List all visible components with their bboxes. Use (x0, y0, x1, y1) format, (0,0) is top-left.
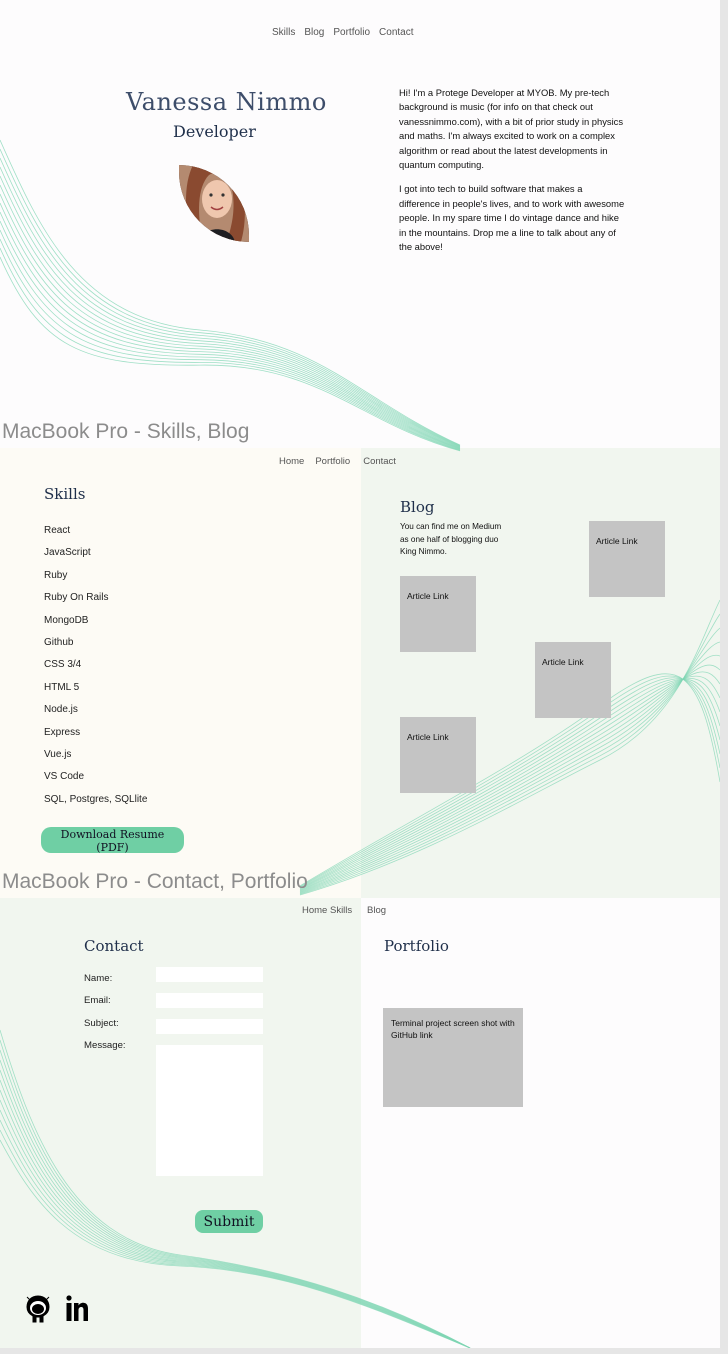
nav-link-blog[interactable]: Blog (367, 905, 386, 916)
name-field[interactable] (156, 967, 263, 982)
message-label: Message: (84, 1040, 126, 1051)
name-label: Name: (84, 973, 113, 984)
frame-label-contact-portfolio: MacBook Pro - Contact, Portfolio (2, 870, 308, 893)
skill-item: SQL, Postgres, SQLlite (44, 793, 148, 805)
article-card[interactable]: Article Link (589, 521, 665, 597)
top-nav: Skills Blog Portfolio Contact (272, 22, 423, 40)
skill-item: VS Code (44, 771, 85, 783)
portfolio-card-text[interactable]: Terminal project screen shot with GitHub… (391, 1018, 515, 1040)
skill-item: Ruby On Rails (44, 592, 109, 604)
github-icon[interactable] (25, 1295, 51, 1323)
article-link[interactable]: Article Link (407, 732, 449, 742)
skill-item: Ruby (44, 569, 68, 581)
nav-link-contact[interactable]: Contact (363, 456, 396, 467)
skill-item: MongoDB (44, 614, 89, 626)
download-resume-button[interactable]: Download Resume (PDF) (41, 827, 184, 854)
skill-item: React (44, 525, 71, 536)
hero-bio: Hi! I'm a Protege Developer at MYOB. My … (399, 86, 625, 264)
article-card[interactable]: Article Link (400, 717, 476, 793)
skill-item: CSS 3/4 (44, 659, 82, 671)
submit-button[interactable]: Submit (195, 1210, 263, 1233)
nav-link-home-skills[interactable]: Home Skills (302, 905, 352, 916)
nav-link-home[interactable]: Home (279, 456, 304, 467)
skills-nav: Home Portfolio Contact (279, 456, 396, 467)
article-card[interactable]: Article Link (400, 576, 476, 652)
article-link[interactable]: Article Link (407, 591, 449, 601)
article-link[interactable]: Article Link (596, 536, 638, 546)
portfolio-card[interactable]: Terminal project screen shot with GitHub… (383, 1008, 523, 1107)
portfolio-panel-bg (361, 898, 720, 1348)
subject-field[interactable] (156, 1019, 263, 1034)
avatar (179, 165, 249, 242)
article-link[interactable]: Article Link (542, 657, 584, 667)
skill-item: Vue.js (44, 749, 72, 760)
nav-link-blog[interactable]: Blog (304, 27, 324, 38)
message-field[interactable] (156, 1045, 263, 1176)
linkedin-icon[interactable] (66, 1294, 88, 1322)
subject-label: Subject: (84, 1018, 119, 1029)
portfolio-heading: Portfolio (384, 937, 449, 955)
nav-link-contact[interactable]: Contact (379, 27, 413, 38)
skills-heading: Skills (44, 485, 86, 503)
bio-paragraph-1: Hi! I'm a Protege Developer at MYOB. My … (399, 87, 624, 171)
nav-link-skills[interactable]: Skills (272, 27, 295, 38)
hero-role: Developer (173, 122, 256, 141)
skill-item: Node.js (44, 704, 78, 716)
contact-nav: Home Skills (302, 905, 352, 916)
contact-nav-right: Blog (367, 905, 386, 916)
email-label: Email: (84, 995, 111, 1006)
skill-item: JavaScript (44, 547, 91, 559)
blog-heading: Blog (400, 498, 435, 516)
skill-item: Github (44, 637, 74, 648)
nav-link-portfolio[interactable]: Portfolio (333, 27, 370, 38)
page: Skills Blog Portfolio Contact Vanessa Nimmo… (0, 0, 720, 1348)
skill-item: Express (44, 726, 81, 738)
hero-name: Vanessa Nimmo (126, 88, 327, 116)
blog-intro: You can find me on Medium as one half of… (400, 522, 502, 556)
article-card[interactable]: Article Link (535, 642, 611, 718)
skill-item: HTML 5 (44, 681, 80, 693)
contact-heading: Contact (84, 937, 144, 955)
nav-link-portfolio[interactable]: Portfolio (315, 456, 350, 467)
email-field[interactable] (156, 993, 263, 1008)
frame-label-skills-blog: MacBook Pro - Skills, Blog (2, 420, 250, 443)
bio-paragraph-2: I got into tech to build software that m… (399, 183, 625, 253)
